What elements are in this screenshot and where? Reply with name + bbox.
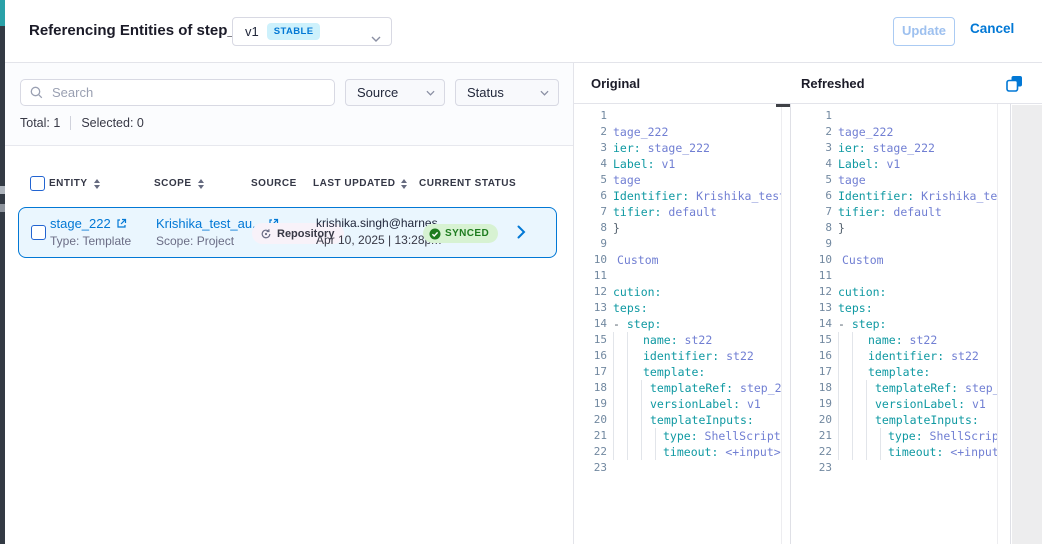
diff-panel: Original Refreshed 12tage_2223ier: stage… [573,63,1042,544]
drawer-header: Referencing Entities of step_222 v1 STAB… [5,0,1042,63]
status-badge: SYNCED [423,224,498,243]
sort-icon[interactable] [401,179,407,189]
version-label: v1 [245,24,259,39]
table-header: ENTITY SCOPE SOURCE LAST UPDATED CURRENT… [5,176,573,194]
check-circle-icon [429,228,441,240]
select-all-checkbox[interactable] [30,176,45,191]
diff-header: Original Refreshed [574,63,1042,104]
refreshed-pane-boundary [997,104,998,544]
search-box[interactable] [20,79,335,106]
original-code-pane[interactable]: 12tage_2223ier: stage_2224Label: v15tage… [574,104,782,544]
version-selector[interactable]: v1 STABLE [232,17,392,46]
column-header-current-status: CURRENT STATUS [419,178,516,189]
status-filter-dropdown[interactable]: Status [455,79,559,106]
sort-icon[interactable] [198,179,204,189]
total-count: Total: 1 [20,116,60,130]
search-input[interactable] [50,84,314,101]
update-button[interactable]: Update [893,17,955,46]
search-icon [30,86,43,99]
entity-type: Type: Template [50,234,131,248]
original-code: 12tage_2223ier: stage_2224Label: v15tage… [574,104,782,476]
scope-link[interactable]: Krishika_test_au... [156,216,263,231]
overview-ruler[interactable] [1012,105,1042,544]
original-label: Original [591,76,640,91]
external-link-icon[interactable] [116,218,127,229]
pane-divider[interactable] [790,104,791,544]
pane-splitter-handle[interactable] [776,104,791,107]
sort-icon[interactable] [94,179,100,189]
refreshed-label: Refreshed [801,76,865,91]
entity-cell: stage_222 Type: Template [50,216,131,248]
chevron-down-icon [426,90,435,96]
refreshed-code: 12tage_2223ier: stage_2224Label: v15tage… [792,104,997,476]
refreshed-code-pane[interactable]: 12tage_2223ier: stage_2224Label: v15tage… [792,104,997,544]
column-header-last-updated[interactable]: LAST UPDATED [313,178,407,189]
repository-icon [260,228,272,240]
filter-bar: Source Status Total: 1 Selected: 0 [5,63,573,146]
overview-ruler-border [1010,104,1011,544]
column-header-scope[interactable]: SCOPE [154,178,204,189]
totals-bar: Total: 1 Selected: 0 [20,116,144,130]
column-header-entity[interactable]: ENTITY [49,178,100,189]
column-header-source: SOURCE [251,178,297,189]
source-filter-dropdown[interactable]: Source [345,79,445,106]
cancel-button[interactable]: Cancel [970,21,1014,36]
entity-link[interactable]: stage_222 [50,216,111,231]
row-checkbox[interactable] [31,225,46,240]
chevron-down-icon [540,90,549,96]
original-pane-boundary [781,104,782,544]
copy-icon[interactable] [1006,75,1023,92]
chevron-right-icon[interactable] [517,225,526,244]
entities-list-panel: Source Status Total: 1 Selected: 0 ENTIT… [5,63,573,544]
selected-count: Selected: 0 [81,116,144,130]
stable-badge: STABLE [267,23,321,40]
page-title: Referencing Entities of step_222 [29,0,261,62]
chevron-down-icon [371,29,381,47]
referencing-entities-drawer: Referencing Entities of step_222 v1 STAB… [0,0,1042,544]
table-row[interactable]: stage_222 Type: Template Krishika_test_a… [18,207,557,258]
